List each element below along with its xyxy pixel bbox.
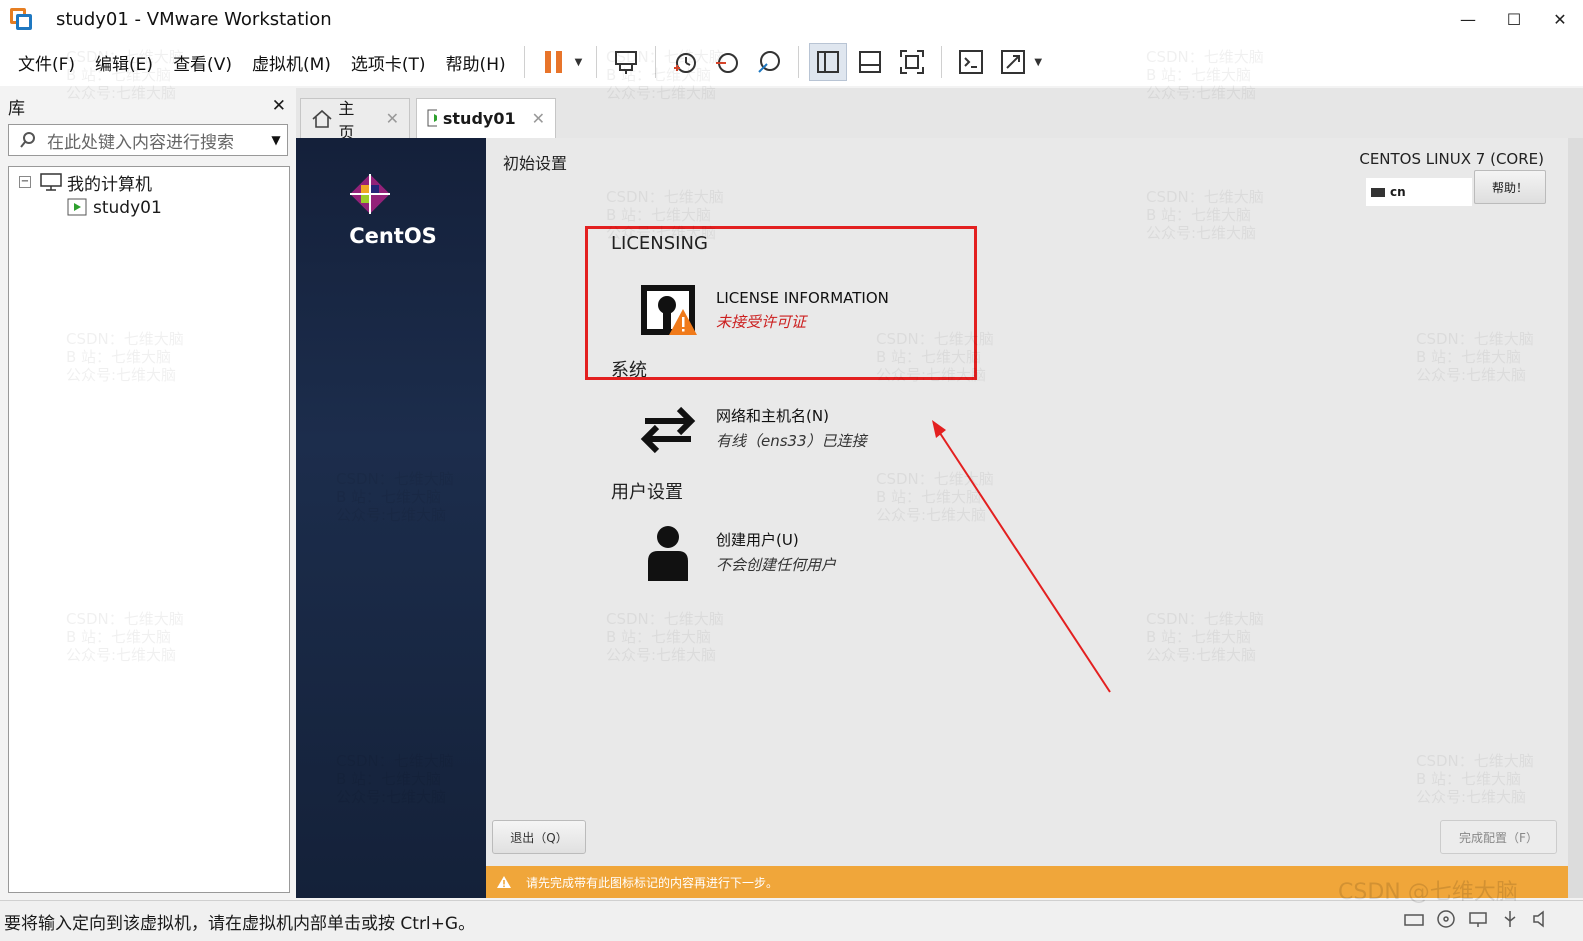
vmware-app-icon bbox=[8, 6, 34, 32]
vm-running-icon bbox=[67, 198, 87, 216]
tab-home-label: 主页 bbox=[338, 98, 355, 142]
menu-help[interactable]: 帮助(H) bbox=[436, 50, 516, 75]
library-title: 库 bbox=[8, 98, 25, 119]
finish-config-button[interactable]: 完成配置（F） bbox=[1440, 820, 1557, 854]
keyboard-layout-label: cn bbox=[1390, 185, 1406, 199]
network-spoke-title: 网络和主机名(N) bbox=[716, 407, 829, 425]
toolbar-separator bbox=[798, 46, 800, 78]
network-arrows-icon bbox=[636, 396, 700, 460]
centos-logo-text: CentOS bbox=[349, 224, 437, 248]
tree-item-my-computer[interactable]: − 我的计算机 bbox=[9, 169, 289, 195]
spoke-network[interactable]: 网络和主机名(N) 有线（ens33）已连接 bbox=[636, 396, 867, 460]
thumbnail-bar-icon[interactable] bbox=[851, 43, 889, 81]
search-placeholder: 在此处键入内容进行搜索 bbox=[47, 132, 234, 153]
snapshot-manager-icon[interactable] bbox=[750, 43, 788, 81]
guest-sidebar: CentOS bbox=[296, 138, 486, 898]
title-bar: study01 - VMware Workstation — ☐ ✕ bbox=[0, 0, 1583, 38]
minimize-button[interactable]: — bbox=[1445, 0, 1491, 38]
guest-screen[interactable]: CentOS 初始设置 CENTOS LINUX 7 (CORE) cn 帮助！… bbox=[296, 138, 1568, 898]
library-close-icon[interactable]: ✕ bbox=[272, 96, 286, 116]
collapse-icon[interactable]: − bbox=[19, 176, 31, 188]
warning-text: 请先完成带有此图标标记的内容再进行下一步。 bbox=[526, 875, 779, 890]
home-icon bbox=[312, 109, 332, 128]
menu-tabs[interactable]: 选项卡(T) bbox=[341, 50, 436, 75]
vm-area: 主页 ✕ study01 ✕ CentOS 初始设置 CENTOS LINUX … bbox=[296, 88, 1583, 898]
highlight-box bbox=[585, 226, 977, 380]
usb-icon[interactable] bbox=[1499, 909, 1521, 929]
toolbar-separator bbox=[523, 46, 525, 78]
revert-snapshot-icon[interactable] bbox=[708, 43, 746, 81]
tab-study01[interactable]: study01 ✕ bbox=[416, 98, 556, 138]
tree-item-study01[interactable]: study01 bbox=[9, 195, 289, 221]
user-spoke-status: 不会创建任何用户 bbox=[716, 556, 837, 574]
screen-title: 初始设置 bbox=[503, 154, 568, 173]
network-adapter-icon[interactable] bbox=[1467, 909, 1489, 929]
fullscreen-icon[interactable] bbox=[893, 43, 931, 81]
console-view-icon[interactable] bbox=[952, 43, 990, 81]
warning-icon bbox=[497, 876, 511, 888]
status-text: 要将输入定向到该虚拟机，请在虚拟机内部单击或按 Ctrl+G。 bbox=[4, 913, 476, 934]
user-icon bbox=[636, 520, 700, 584]
tab-close-icon[interactable]: ✕ bbox=[386, 109, 399, 128]
window-title: study01 - VMware Workstation bbox=[56, 8, 332, 30]
tab-study01-label: study01 bbox=[442, 109, 516, 128]
send-ctrl-alt-del-icon[interactable] bbox=[607, 43, 645, 81]
menu-view[interactable]: 查看(V) bbox=[163, 50, 242, 75]
spoke-create-user[interactable]: 创建用户(U) 不会创建任何用户 bbox=[636, 520, 836, 584]
snapshot-icon[interactable] bbox=[666, 43, 704, 81]
centos-logo-icon bbox=[350, 174, 390, 214]
library-tree: − 我的计算机 study01 bbox=[8, 166, 290, 893]
close-button[interactable]: ✕ bbox=[1537, 0, 1583, 38]
tab-home[interactable]: 主页 ✕ bbox=[300, 98, 410, 142]
quit-button[interactable]: 退出（Q） bbox=[492, 820, 586, 854]
vm-running-icon bbox=[427, 109, 437, 126]
status-bar: 要将输入定向到该虚拟机，请在虚拟机内部单击或按 Ctrl+G。 bbox=[0, 900, 1583, 941]
computer-icon bbox=[40, 173, 62, 191]
vm-scrollbar[interactable] bbox=[1568, 138, 1583, 898]
toolbar-separator bbox=[941, 46, 943, 78]
tab-strip: 主页 ✕ study01 ✕ bbox=[296, 88, 1583, 142]
network-spoke-status: 有线（ens33）已连接 bbox=[716, 432, 867, 450]
show-library-icon[interactable] bbox=[809, 43, 848, 81]
chevron-down-icon[interactable]: ▼ bbox=[1034, 57, 1042, 68]
section-user-settings: 用户设置 bbox=[611, 482, 683, 503]
cd-drive-icon[interactable] bbox=[1435, 909, 1457, 929]
menu-edit[interactable]: 编辑(E) bbox=[85, 50, 163, 75]
stretch-guest-icon[interactable] bbox=[994, 43, 1032, 81]
menu-file[interactable]: 文件(F) bbox=[0, 50, 85, 75]
sound-icon[interactable] bbox=[1531, 909, 1553, 929]
hard-disk-icon[interactable] bbox=[1403, 909, 1425, 929]
search-icon bbox=[9, 131, 47, 149]
menu-bar: 文件(F) 编辑(E) 查看(V) 虚拟机(M) 选项卡(T) 帮助(H) ▼ … bbox=[0, 38, 1583, 86]
menu-vm[interactable]: 虚拟机(M) bbox=[242, 50, 341, 75]
toolbar-separator bbox=[655, 46, 657, 78]
warning-bar: 请先完成带有此图标标记的内容再进行下一步。 bbox=[486, 866, 1568, 898]
keyboard-layout-indicator[interactable]: cn bbox=[1366, 178, 1472, 206]
help-button[interactable]: 帮助！ bbox=[1474, 170, 1546, 204]
chevron-down-icon[interactable]: ▼ bbox=[575, 57, 583, 68]
os-name: CENTOS LINUX 7 (CORE) bbox=[1359, 150, 1544, 168]
annotation-arrow bbox=[932, 420, 1111, 693]
library-panel: 库 ✕ 在此处键入内容进行搜索 ▼ − 我的计算机 study01 bbox=[0, 88, 294, 898]
keyboard-icon bbox=[1371, 188, 1385, 197]
toolbar-separator bbox=[596, 46, 598, 78]
tab-close-icon[interactable]: ✕ bbox=[532, 109, 545, 128]
pause-icon[interactable] bbox=[535, 43, 573, 81]
user-spoke-title: 创建用户(U) bbox=[716, 531, 799, 549]
library-search-input[interactable]: 在此处键入内容进行搜索 ▼ bbox=[8, 124, 288, 156]
tree-label-study01: study01 bbox=[93, 198, 162, 218]
chevron-down-icon[interactable]: ▼ bbox=[265, 133, 287, 147]
maximize-button[interactable]: ☐ bbox=[1491, 0, 1537, 38]
tree-label-my-computer: 我的计算机 bbox=[67, 174, 152, 195]
